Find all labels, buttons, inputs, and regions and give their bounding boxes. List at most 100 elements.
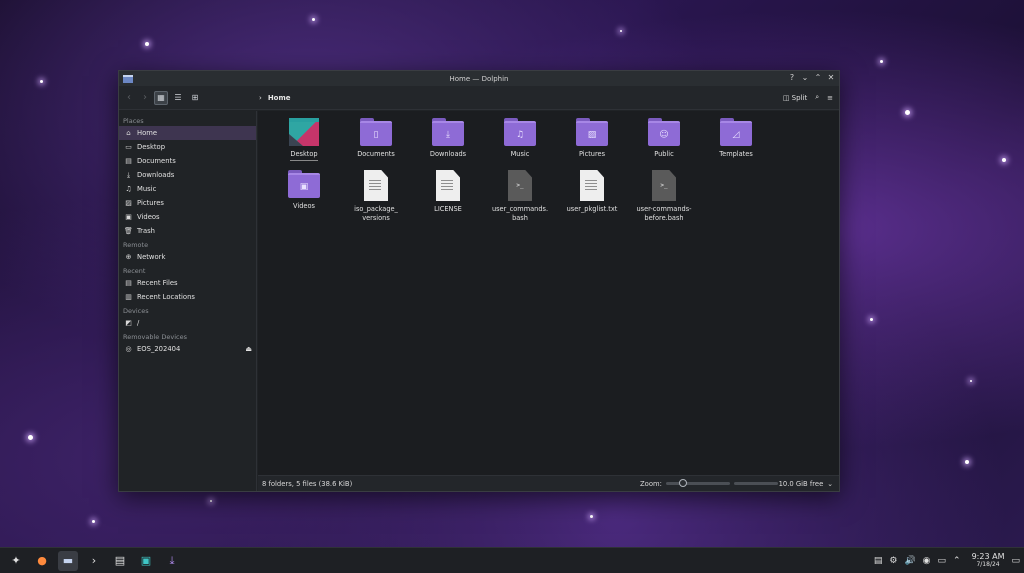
window-title: Home — Dolphin	[449, 74, 509, 83]
folder-templates-icon: ◿	[720, 118, 752, 146]
section-places: Places	[123, 117, 144, 125]
sidebar-item-pictures[interactable]: ▨ Pictures	[119, 196, 256, 210]
updates-icon[interactable]: ◉	[923, 556, 931, 566]
status-bar: 8 folders, 5 files (38.6 KiB) Zoom: 10.0…	[258, 475, 839, 491]
zoom-slider[interactable]	[665, 479, 730, 487]
maximize-icon[interactable]: ⌃	[814, 73, 822, 83]
sidebar-item-home[interactable]: ⌂ Home	[119, 126, 256, 140]
file-label: user_pkglist.txt	[566, 205, 618, 213]
eject-icon[interactable]: ⏏	[245, 345, 252, 353]
text-file-icon	[580, 170, 604, 201]
breadcrumb[interactable]: › Home	[259, 94, 291, 102]
sidebar-item-recent-files[interactable]: ▤ Recent Files	[119, 276, 256, 290]
sidebar-item-trash[interactable]: 🗑 Trash	[119, 224, 256, 238]
folder-music[interactable]: ♫ Music	[484, 118, 556, 170]
search-icon[interactable]: ⌕	[815, 93, 819, 102]
file-label: user_commands. bash	[491, 205, 549, 222]
tray-expand-icon[interactable]: ⌃	[953, 556, 961, 566]
breadcrumb-home[interactable]: Home	[268, 94, 291, 102]
file-user-pkglist[interactable]: user_pkglist.txt	[556, 170, 628, 226]
sidebar-item-downloads[interactable]: ⤓ Downloads	[119, 168, 256, 182]
file-label: Documents	[357, 150, 395, 158]
text-file-icon	[436, 170, 460, 201]
folder-videos-icon: ▣	[288, 170, 320, 198]
script-file-icon: >_	[652, 170, 676, 201]
system-monitor-icon[interactable]: ▤	[110, 551, 130, 571]
back-icon[interactable]: ‹	[123, 92, 135, 103]
file-label: LICENSE	[434, 205, 462, 213]
clock[interactable]: 9:23 AM 7/18/24	[971, 551, 1005, 569]
folder-public[interactable]: ☺ Public	[628, 118, 700, 170]
file-label: Videos	[293, 202, 315, 210]
system-tray: ▤ ⚙ 🔊 ◉ ▭ ⌃ 9:23 AM 7/18/24 ▭	[874, 551, 1020, 569]
sidebar-item-music[interactable]: ♫ Music	[119, 182, 256, 196]
minimize-icon[interactable]: ⌄	[801, 73, 809, 83]
file-user-commands-bash[interactable]: >_ user_commands. bash	[484, 170, 556, 226]
folder-music-icon: ♫	[504, 118, 536, 146]
file-label: user-commands- before.bash	[636, 205, 692, 222]
volume-icon[interactable]: 🔊	[904, 556, 915, 566]
file-license[interactable]: LICENSE	[412, 170, 484, 226]
details-view-icon[interactable]: ⊞	[188, 91, 202, 105]
folder-pictures[interactable]: ▨ Pictures	[556, 118, 628, 170]
free-space[interactable]: 10.0 GiB free ⌄	[779, 480, 833, 488]
sidebar-item-label: Downloads	[137, 171, 175, 179]
sidebar-item-label: Music	[137, 185, 157, 193]
sidebar-item-label: Recent Locations	[137, 293, 195, 301]
sidebar-item-root[interactable]: ◩ /	[119, 316, 256, 330]
sidebar-item-label: Network	[137, 253, 166, 261]
folder-downloads[interactable]: ⤓ Downloads	[412, 118, 484, 170]
file-label: Downloads	[429, 150, 467, 158]
show-desktop-icon[interactable]: ▭	[1011, 556, 1020, 566]
file-user-commands-before-bash[interactable]: >_ user-commands- before.bash	[628, 170, 700, 226]
split-button[interactable]: ◫ Split	[783, 94, 807, 102]
terminal-icon[interactable]: ›	[84, 551, 104, 571]
file-label: Public	[654, 150, 674, 158]
pictures-icon: ▨	[125, 199, 132, 207]
notifications-icon[interactable]: ⚙	[889, 556, 897, 566]
taskbar: ✦ ● ▬ › ▤ ▣ ⤓ ▤ ⚙ 🔊 ◉ ▭ ⌃ 9:23 AM 7/18/2…	[0, 547, 1024, 573]
folder-videos[interactable]: ▣ Videos	[268, 170, 340, 222]
dolphin-taskbar-icon[interactable]: ▬	[58, 550, 78, 571]
sidebar-item-desktop[interactable]: ▭ Desktop	[119, 140, 256, 154]
home-icon: ⌂	[126, 129, 131, 137]
firefox-icon[interactable]: ●	[32, 551, 52, 571]
places-panel: Places ⌂ Home ▭ Desktop ▤ Documents ⤓ Downlo…	[119, 111, 257, 491]
folder-documents[interactable]: ▯ Documents	[340, 118, 412, 170]
discover-icon[interactable]: ▣	[136, 551, 156, 571]
icons-view-icon[interactable]: ▦	[154, 90, 168, 105]
app-launcher-icon[interactable]: ✦	[6, 551, 26, 571]
sidebar-item-label: Home	[137, 129, 158, 137]
sidebar-item-label: /	[137, 319, 140, 327]
zoom-slider-handle[interactable]	[678, 479, 687, 487]
sidebar-item-videos[interactable]: ▣ Videos	[119, 210, 256, 224]
sidebar-item-recent-locations[interactable]: ▥ Recent Locations	[119, 290, 256, 304]
file-label: Desktop	[290, 150, 318, 161]
help-icon[interactable]: ?	[788, 73, 796, 83]
section-removable: Removable Devices	[123, 333, 187, 341]
clock-time: 9:23 AM	[971, 551, 1005, 561]
status-summary: 8 folders, 5 files (38.6 KiB)	[262, 479, 353, 488]
file-iso-package-versions[interactable]: iso_package_ versions	[340, 170, 412, 226]
close-icon[interactable]: ✕	[827, 73, 835, 83]
hamburger-menu-icon[interactable]: ≡	[827, 94, 833, 102]
file-label: Music	[510, 150, 530, 158]
forward-icon[interactable]: ›	[139, 92, 151, 103]
recent-files-icon: ▤	[125, 279, 132, 287]
title-bar[interactable]: Home — Dolphin ? ⌄ ⌃ ✕	[119, 71, 839, 86]
folder-templates[interactable]: ◿ Templates	[700, 118, 772, 170]
compact-view-icon[interactable]: ☰	[171, 91, 185, 105]
sidebar-item-documents[interactable]: ▤ Documents	[119, 154, 256, 168]
network-tray-icon[interactable]: ▭	[938, 556, 947, 566]
text-file-icon	[364, 170, 388, 201]
folder-desktop[interactable]: Desktop	[268, 118, 340, 170]
clock-date: 7/18/24	[976, 560, 1000, 568]
clipboard-icon[interactable]: ▤	[874, 556, 883, 566]
disc-icon: ◎	[125, 345, 132, 353]
zoom-control: Zoom:	[640, 479, 778, 488]
file-view[interactable]: Desktop ▯ Documents ⤓ Downloads ♫ Music …	[258, 111, 839, 475]
package-installer-icon[interactable]: ⤓	[162, 551, 182, 571]
sidebar-item-network[interactable]: ⊕ Network	[119, 250, 256, 264]
sidebar-item-eos[interactable]: ◎ EOS_202404 ⏏	[119, 342, 256, 356]
chevron-down-icon[interactable]: ⌄	[827, 480, 833, 488]
